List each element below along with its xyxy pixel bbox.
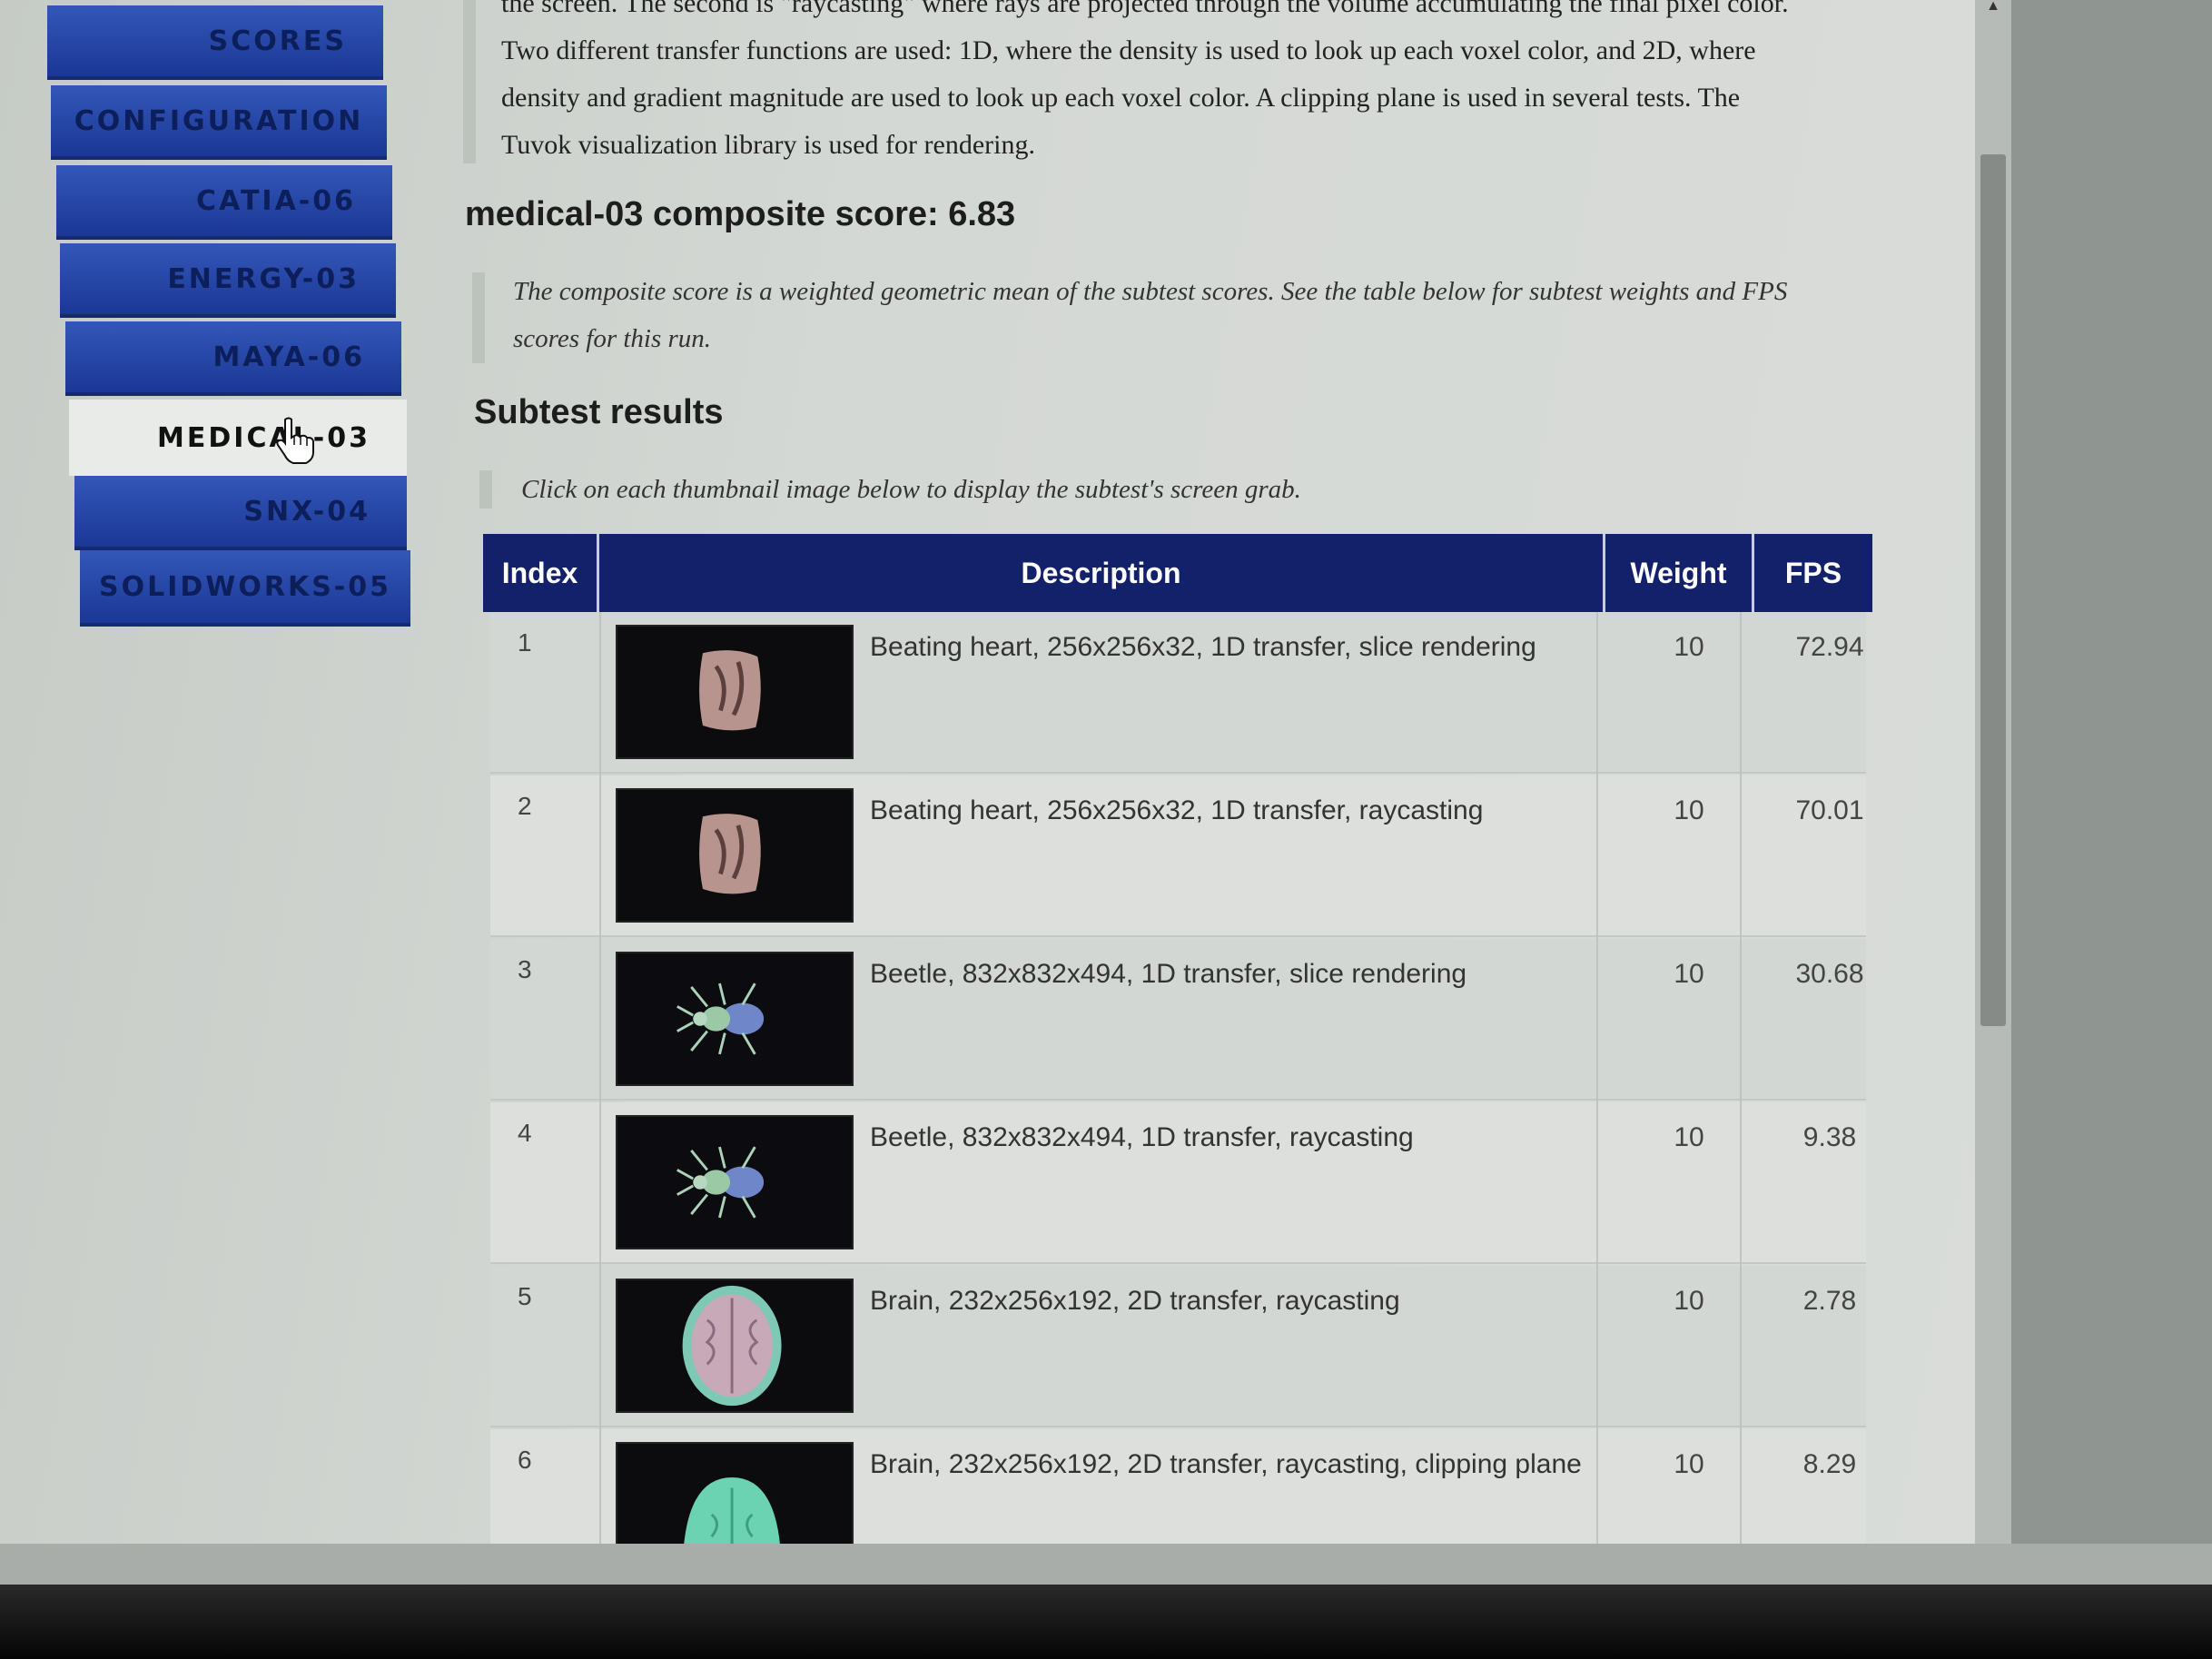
scroll-up-arrow-icon[interactable]: ▲ bbox=[1984, 0, 2002, 14]
header-fps: FPS bbox=[1784, 556, 1842, 589]
composite-note-line: The composite score is a weighted geomet… bbox=[513, 277, 1788, 306]
table-row: 3 Beetle, 832x832x494, 1D transfer, slice… bbox=[490, 939, 1866, 1101]
cell-description: Beetle, 832x832x494, 1D transfer, raycas… bbox=[870, 1122, 1414, 1152]
table-row: 1 Beating heart, 256x256x32, 1D transfer,… bbox=[490, 612, 1866, 774]
scrollbar-thumb[interactable] bbox=[1980, 154, 2006, 1026]
subtest-thumbnail[interactable] bbox=[616, 1115, 854, 1249]
nav-item-label: MAYA-06 bbox=[212, 341, 365, 373]
cell-index: 6 bbox=[518, 1446, 532, 1474]
cell-index: 3 bbox=[518, 955, 532, 983]
table-row: 5 Brain, 232x256x192, 2D transfer, raycas… bbox=[490, 1266, 1866, 1427]
cell-fps: 30.68 bbox=[1795, 959, 1864, 989]
cell-fps: 8.29 bbox=[1802, 1449, 1857, 1479]
table-row: 6 Brain, 232x256x192, 2D transfer, raycas… bbox=[490, 1429, 1866, 1544]
nav-item-medical-03[interactable]: MEDICAL-03 bbox=[69, 400, 407, 476]
nav-item-label: CONFIGURATION bbox=[74, 104, 364, 137]
column-divider bbox=[1596, 612, 1598, 1544]
subtest-thumbnail[interactable] bbox=[616, 952, 854, 1086]
blockquote-bar bbox=[479, 470, 492, 509]
cell-fps: 9.38 bbox=[1802, 1122, 1857, 1152]
blockquote-bar bbox=[463, 0, 476, 163]
blockquote-bar bbox=[472, 272, 485, 363]
composite-note: The composite score is a weighted geomet… bbox=[513, 268, 1893, 362]
subtest-results-table: Index Description Weight FPS 1 Beating he… bbox=[483, 534, 1872, 1544]
cell-weight: 10 bbox=[1674, 1286, 1704, 1316]
column-divider bbox=[1740, 612, 1742, 1544]
cell-index: 2 bbox=[518, 792, 532, 820]
nav-item-solidworks-05[interactable]: SOLIDWORKS-05 bbox=[80, 550, 410, 627]
nav-item-label: SOLIDWORKS-05 bbox=[98, 570, 392, 603]
table-header: Index Description Weight FPS bbox=[483, 534, 1872, 612]
cell-weight: 10 bbox=[1674, 1449, 1704, 1479]
header-description: Description bbox=[599, 534, 1605, 612]
cell-description: Beating heart, 256x256x32, 1D transfer, … bbox=[870, 795, 1484, 825]
hand-cursor-icon bbox=[276, 417, 314, 464]
sidebar-nav: SCORES CONFIGURATION CATIA-06 ENERGY-03 … bbox=[0, 0, 427, 654]
nav-item-scores[interactable]: SCORES bbox=[47, 5, 383, 80]
subtest-thumbnail[interactable] bbox=[616, 625, 854, 759]
nav-item-catia-06[interactable]: CATIA-06 bbox=[56, 165, 392, 240]
cell-index: 4 bbox=[518, 1119, 532, 1147]
intro-line: density and gradient magnitude are used … bbox=[501, 83, 1741, 113]
cell-index: 5 bbox=[518, 1282, 532, 1310]
table-row: 4 Beetle, 832x832x494, 1D transfer, rayca… bbox=[490, 1102, 1866, 1264]
nav-item-configuration[interactable]: CONFIGURATION bbox=[51, 85, 387, 160]
monitor-glare-strip bbox=[0, 1544, 2212, 1585]
cell-description: Brain, 232x256x192, 2D transfer, raycast… bbox=[870, 1449, 1582, 1479]
nav-item-label: ENERGY-03 bbox=[167, 262, 360, 295]
cell-fps: 70.01 bbox=[1795, 795, 1864, 825]
cell-description: Brain, 232x256x192, 2D transfer, raycast… bbox=[870, 1286, 1400, 1316]
intro-line: the screen. The second is "raycasting" w… bbox=[501, 0, 1789, 18]
subtest-thumbnail[interactable] bbox=[616, 1279, 854, 1413]
subtest-thumbnail[interactable] bbox=[616, 1442, 854, 1544]
header-index: Index bbox=[483, 534, 599, 612]
subtest-thumbnail[interactable] bbox=[616, 788, 854, 923]
nav-item-energy-03[interactable]: ENERGY-03 bbox=[60, 243, 396, 318]
cell-weight: 10 bbox=[1674, 1122, 1704, 1152]
intro-line: Tuvok visualization library is used for … bbox=[501, 130, 1035, 160]
cell-index: 1 bbox=[518, 628, 532, 657]
subtest-click-note: Click on each thumbnail image below to d… bbox=[521, 475, 1301, 504]
intro-line: Two different transfer functions are use… bbox=[501, 35, 1756, 65]
cell-description: Beating heart, 256x256x32, 1D transfer, … bbox=[870, 632, 1536, 662]
table-row: 2 Beating heart, 256x256x32, 1D transfer,… bbox=[490, 775, 1866, 937]
cell-weight: 10 bbox=[1674, 795, 1704, 825]
cell-weight: 10 bbox=[1674, 959, 1704, 989]
cell-weight: 10 bbox=[1674, 632, 1704, 662]
page: SCORES CONFIGURATION CATIA-06 ENERGY-03 … bbox=[0, 0, 1998, 1544]
intro-paragraph: the screen. The second is "raycasting" w… bbox=[501, 0, 1872, 169]
column-divider bbox=[599, 612, 601, 1544]
cell-fps: 72.94 bbox=[1795, 632, 1864, 662]
header-weight: Weight bbox=[1605, 534, 1754, 612]
subtest-results-title: Subtest results bbox=[474, 393, 724, 431]
nav-item-snx-04[interactable]: SNX-04 bbox=[74, 476, 407, 550]
nav-item-maya-06[interactable]: MAYA-06 bbox=[65, 321, 401, 396]
cell-fps: 2.78 bbox=[1802, 1286, 1857, 1316]
nav-item-label: SCORES bbox=[208, 25, 347, 57]
composite-score-title: medical-03 composite score: 6.83 bbox=[465, 195, 1016, 233]
cell-description: Beetle, 832x832x494, 1D transfer, slice … bbox=[870, 959, 1467, 989]
composite-note-line: scores for this run. bbox=[513, 324, 712, 353]
nav-item-label: CATIA-06 bbox=[196, 184, 356, 217]
nav-item-label: MEDICAL-03 bbox=[157, 421, 370, 454]
nav-item-label: SNX-04 bbox=[243, 495, 370, 528]
monitor-bezel bbox=[0, 1585, 2212, 1659]
